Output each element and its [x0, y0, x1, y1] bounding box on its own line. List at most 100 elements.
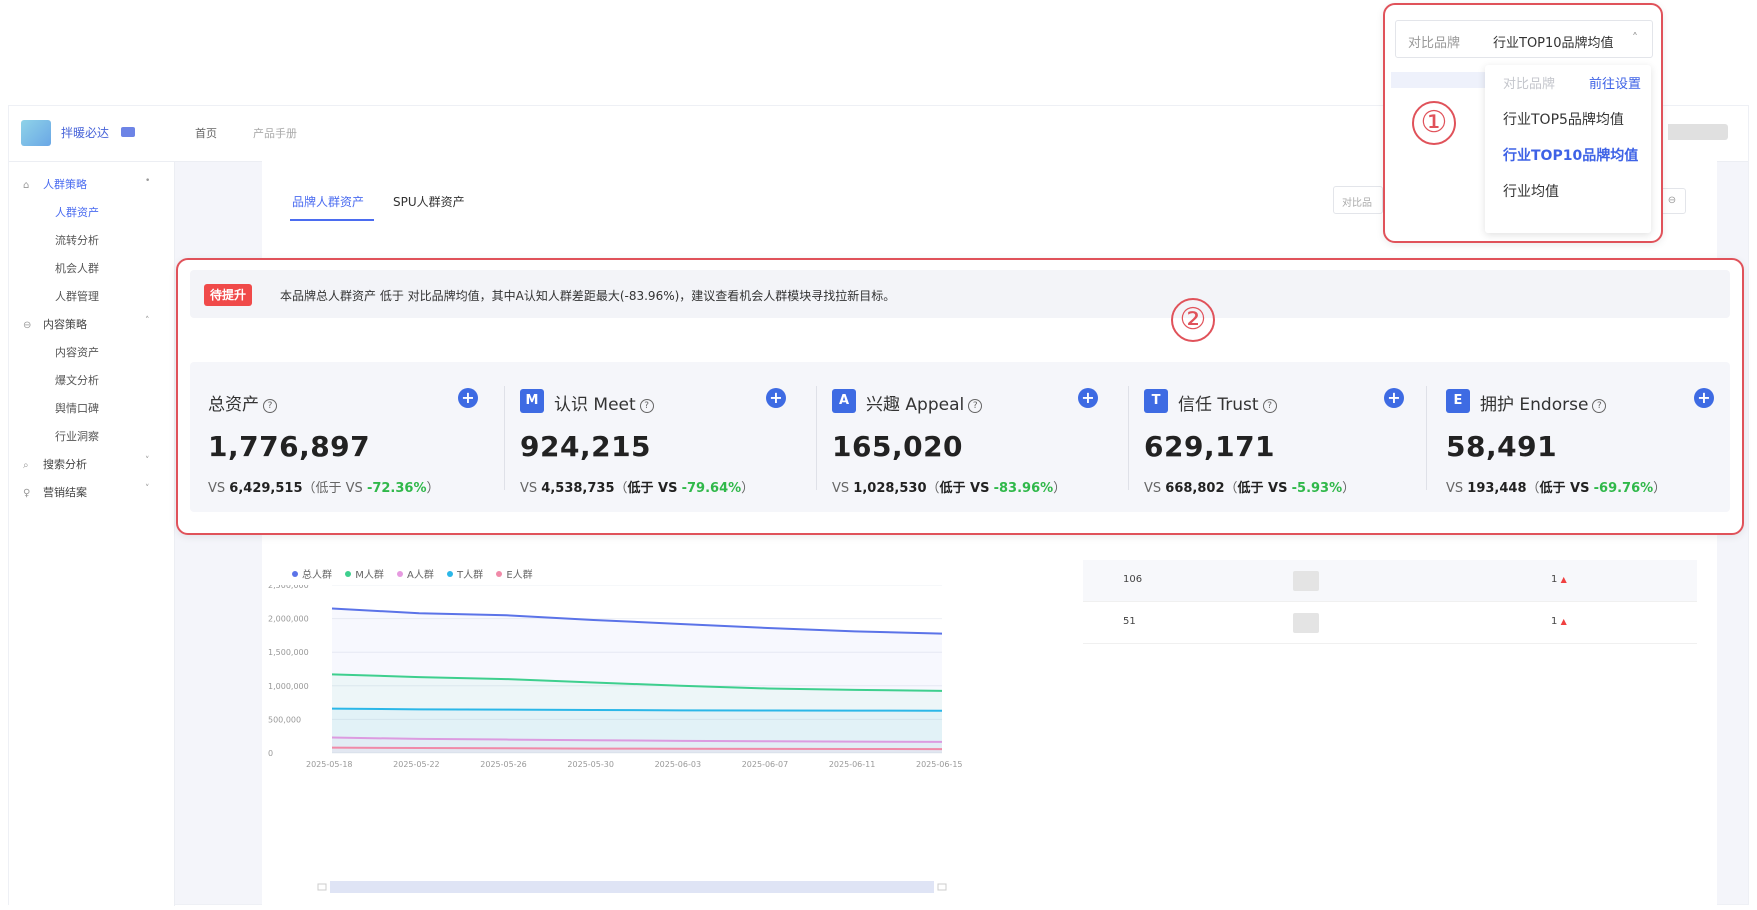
- endorse-badge-icon: E: [1446, 389, 1470, 413]
- annotation-number-2: ②: [1171, 298, 1215, 342]
- sidebar-group-content[interactable]: ⊖ 内容策略: [23, 316, 87, 332]
- y-tick-label: 1,500,000: [268, 648, 309, 657]
- option-top10-avg[interactable]: 行业TOP10品牌均值: [1503, 145, 1638, 165]
- rank-number: 106: [1123, 574, 1143, 585]
- add-icon[interactable]: +: [458, 388, 478, 408]
- compare-brand-select-collapsed[interactable]: 对比品: [1333, 186, 1383, 214]
- dropdown-menu: 对比品牌 前往设置 行业TOP5品牌均值 行业TOP10品牌均值 行业均值: [1485, 65, 1651, 233]
- chevron-up-icon[interactable]: ˄: [1632, 31, 1638, 45]
- metric-comparison: VS 668,802（低于 VS -5.93%）: [1144, 481, 1356, 496]
- chevron-icon: ˄: [145, 316, 150, 326]
- dropdown-backdrop: [1391, 72, 1491, 88]
- legend-item[interactable]: 总人群: [292, 570, 332, 581]
- metric-title: 信任 Trust?: [1178, 390, 1277, 415]
- trust-badge-icon: T: [1144, 389, 1168, 413]
- chart-legend: 总人群 M人群 A人群 T人群 E人群: [292, 566, 543, 581]
- legend-item[interactable]: M人群: [345, 570, 384, 581]
- x-tick-label: 2025-05-18: [306, 760, 353, 769]
- rank-number: 51: [1123, 616, 1136, 627]
- table-row[interactable]: 106 1 ▲: [1083, 560, 1697, 602]
- metric-value: 924,215: [520, 430, 652, 463]
- x-axis-labels: 2025-05-18 2025-05-22 2025-05-26 2025-05-30…: [306, 760, 963, 769]
- chart-zoom-slider[interactable]: [317, 881, 947, 893]
- zoom-slider-track[interactable]: [330, 881, 934, 893]
- divider: [816, 386, 817, 490]
- sidebar-group-marketing[interactable]: ♀ 营销结案: [23, 484, 87, 500]
- add-icon[interactable]: +: [766, 388, 786, 408]
- alert-notice: 待提升 本品牌总人群资产 低于 对比品牌均值，其中A认知人群差距最大(-83.9…: [190, 270, 1730, 318]
- metric-card-trust: T 信任 Trust? + 629,171 VS 668,802（低于 VS -…: [1144, 362, 1458, 512]
- legend-item[interactable]: A人群: [397, 570, 434, 581]
- legend-item[interactable]: E人群: [496, 570, 533, 581]
- sidebar-item-crowd-manage[interactable]: 人群管理: [55, 288, 99, 304]
- metric-value: 1,776,897: [208, 430, 371, 463]
- notice-text: 本品牌总人群资产 低于 对比品牌均值，其中A认知人群差距最大(-83.96%)，…: [280, 289, 896, 303]
- sidebar: ⌂ 人群策略 • 人群资产 流转分析 机会人群 人群管理 ⊖ 内容策略 ˄ 内容资产…: [9, 162, 175, 906]
- sidebar-item-flow[interactable]: 流转分析: [55, 232, 99, 248]
- compare-brand-select[interactable]: 对比品牌 行业TOP10品牌均值 ˄: [1395, 20, 1653, 58]
- help-icon[interactable]: ?: [1262, 399, 1277, 413]
- arrow-up-icon: ▲: [1560, 617, 1567, 626]
- y-tick-label: 0: [268, 749, 273, 758]
- select-label: 对比品牌: [1408, 36, 1461, 51]
- brand-logo-blurred: [1293, 613, 1319, 633]
- chart-series: [331, 607, 943, 753]
- zoom-handle-left[interactable]: [317, 883, 327, 891]
- sidebar-item-content-assets[interactable]: 内容资产: [55, 344, 99, 360]
- metric-title: 拥护 Endorse?: [1480, 390, 1607, 415]
- sidebar-group-crowd[interactable]: ⌂ 人群策略: [23, 176, 87, 192]
- sidebar-item-sentiment[interactable]: 舆情口碑: [55, 400, 99, 416]
- crowd-trend-line-chart[interactable]: 2,500,000 2,000,000 1,500,000 1,000,000 500,…: [262, 585, 1062, 895]
- tab-spu-crowd-assets[interactable]: SPU人群资产: [393, 193, 465, 210]
- app-name[interactable]: 拌暖必达: [61, 124, 109, 141]
- select-value: 行业TOP10品牌均值: [1493, 36, 1614, 51]
- legend-dot-icon: [345, 571, 352, 577]
- option-industry-avg[interactable]: 行业均值: [1503, 181, 1559, 201]
- dropdown-header: 对比品牌: [1503, 77, 1556, 92]
- sidebar-group-search[interactable]: ⌕ 搜索分析: [23, 456, 87, 472]
- add-icon[interactable]: +: [1078, 388, 1098, 408]
- metric-comparison: VS 193,448（低于 VS -69.76%）: [1446, 481, 1667, 496]
- metric-title: 认识 Meet?: [554, 390, 654, 415]
- sidebar-item-viral[interactable]: 爆文分析: [55, 372, 99, 388]
- help-icon[interactable]: ?: [968, 399, 983, 413]
- metrics-row: 总资产? + 1,776,897 VS 6,429,515（低于 VS -72.…: [190, 362, 1730, 512]
- y-axis-labels: 2,500,000 2,000,000 1,500,000 1,000,000 500,…: [268, 585, 309, 758]
- help-icon[interactable]: ?: [263, 399, 277, 413]
- x-tick-label: 2025-06-15: [916, 760, 963, 769]
- zoom-handle-right[interactable]: [937, 883, 947, 891]
- metric-card-endorse: E 拥护 Endorse? + 58,491 VS 193,448（低于 VS …: [1446, 362, 1757, 512]
- help-icon[interactable]: ?: [1592, 399, 1607, 413]
- y-tick-label: 500,000: [268, 715, 301, 724]
- tab-brand-crowd-assets[interactable]: 品牌人群资产: [292, 193, 364, 210]
- sidebar-item-industry[interactable]: 行业洞察: [55, 428, 99, 444]
- app-logo[interactable]: [21, 120, 51, 146]
- metric-title: 兴趣 Appeal?: [866, 390, 983, 415]
- report-icon: ♀: [23, 488, 31, 499]
- option-top5-avg[interactable]: 行业TOP5品牌均值: [1503, 109, 1624, 129]
- sidebar-item-opportunity[interactable]: 机会人群: [55, 260, 99, 276]
- rank-change: 1 ▲: [1551, 616, 1567, 627]
- rank-change: 1 ▲: [1551, 574, 1567, 585]
- add-icon[interactable]: +: [1694, 388, 1714, 408]
- metric-value: 165,020: [832, 430, 964, 463]
- active-tab-indicator: [290, 219, 374, 221]
- goto-settings-link[interactable]: 前往设置: [1589, 73, 1641, 92]
- legend-dot-icon: [292, 571, 298, 577]
- help-icon[interactable]: ?: [639, 399, 654, 413]
- nav-manual[interactable]: 产品手册: [253, 125, 297, 141]
- users-icon: ⌂: [23, 180, 30, 191]
- table-row[interactable]: 51 1 ▲: [1083, 602, 1697, 644]
- status-badge: 待提升: [204, 284, 253, 306]
- x-tick-label: 2025-06-03: [655, 760, 702, 769]
- annotation-number-1: ①: [1412, 101, 1456, 145]
- nav-home[interactable]: 首页: [195, 125, 217, 141]
- sidebar-item-crowd-assets[interactable]: 人群资产: [55, 204, 99, 220]
- metric-value: 58,491: [1446, 430, 1558, 463]
- arrow-up-icon: ▲: [1560, 575, 1567, 584]
- y-tick-label: 1,000,000: [268, 682, 309, 691]
- add-icon[interactable]: +: [1384, 388, 1404, 408]
- legend-dot-icon: [496, 571, 503, 577]
- legend-item[interactable]: T人群: [447, 570, 483, 581]
- metric-card-total: 总资产? + 1,776,897 VS 6,429,515（低于 VS -72.…: [208, 362, 522, 512]
